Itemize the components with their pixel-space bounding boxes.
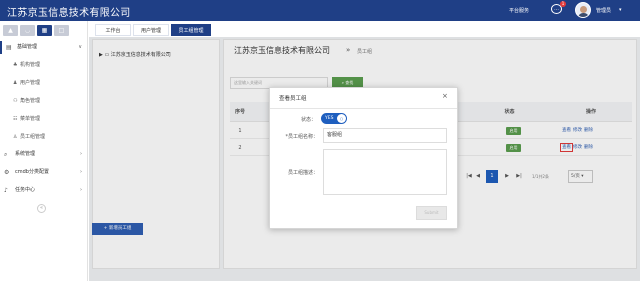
sidebar-item-employee-groups[interactable]: ♙ 员工组管理 <box>0 129 88 146</box>
chevron-down-icon: ∨ <box>78 44 82 50</box>
tab-workbench[interactable]: 工作台 <box>95 24 131 36</box>
chevron-down-icon[interactable]: ▾ <box>619 7 622 13</box>
tab-employee-groups[interactable]: 员工组管理 <box>171 24 211 36</box>
sidebar-item-label: 员工组管理 <box>20 134 46 140</box>
collapse-sidebar-icon[interactable]: « <box>37 204 46 213</box>
toggle-knob: ○ <box>337 114 346 123</box>
dialog-divider <box>270 108 457 109</box>
sidebar-group-label: cmdb分类配置 <box>15 169 49 175</box>
sidebar-item-org[interactable]: ♣ 机构管理 <box>0 57 88 74</box>
sidebar-group-cmdb[interactable]: ⚙ cmdb分类配置 › <box>0 166 88 179</box>
sidebar-group-label: 基础管理 <box>17 44 38 50</box>
view-employee-group-dialog: 查看员工组 × 状态： YES ○ *员工组名称： 客服组 员工组描述： Sub… <box>269 87 458 229</box>
bell-icon: ♪ <box>4 187 8 194</box>
sidebar-item-menus[interactable]: ☷ 菜单管理 <box>0 111 88 128</box>
user-name[interactable]: 管理员 <box>596 7 611 14</box>
sidebar-group-label: 任务中心 <box>15 187 36 193</box>
sidebar-item-label: 角色管理 <box>20 98 41 104</box>
platform-service-link[interactable]: 平台服务 <box>509 7 529 14</box>
sidebar-group-system[interactable]: ⌕ 系统管理 › <box>0 148 88 161</box>
role-icon: ⚇ <box>13 98 18 104</box>
gear-icon: ⚙ <box>4 169 10 176</box>
top-bar: 江苏京玉信息技术有限公司 平台服务 … 1 管理员 ▾ <box>0 0 640 21</box>
app-title: 江苏京玉信息技术有限公司 <box>7 8 131 19</box>
avatar[interactable] <box>575 2 591 18</box>
chevron-right-icon: › <box>80 187 82 193</box>
status-label: 状态： <box>300 117 316 123</box>
search-icon: ⌕ <box>4 151 8 158</box>
chevron-right-icon: › <box>80 169 82 175</box>
grid-view-icon[interactable]: ▦ <box>37 25 52 36</box>
group-description-field[interactable] <box>323 149 447 195</box>
group-description-label: 员工组描述： <box>287 170 318 176</box>
user-group-icon: ♙ <box>13 134 18 140</box>
toggle-text: YES <box>325 116 334 121</box>
sidebar-group-basic-management[interactable]: ▤ 基础管理 ∨ <box>0 41 88 54</box>
sitemap-icon: ♣ <box>13 62 18 68</box>
users-icon: ♟ <box>13 80 18 86</box>
sidebar-group-task-center[interactable]: ♪ 任务中心 › <box>0 184 88 197</box>
submit-button[interactable]: Submit <box>416 206 447 220</box>
sidebar: ▲ ◡ ▦ □ ▤ 基础管理 ∨ ♣ 机构管理 ♟ 用户管理 ⚇ 角色管理 ☷ … <box>0 21 88 281</box>
dialog-title: 查看员工组 <box>279 96 307 102</box>
group-name-field[interactable]: 客服组 <box>323 128 447 143</box>
sidebar-item-label: 菜单管理 <box>20 116 41 122</box>
list-view-icon[interactable]: □ <box>54 25 69 36</box>
sidebar-item-users[interactable]: ♟ 用户管理 <box>0 75 88 92</box>
sidebar-item-roles[interactable]: ⚇ 角色管理 <box>0 93 88 110</box>
user-icon[interactable]: ▲ <box>3 25 18 36</box>
status-toggle[interactable]: YES ○ <box>321 113 347 124</box>
grid-icon: ▤ <box>6 44 12 51</box>
sidebar-item-label: 用户管理 <box>20 80 41 86</box>
menu-icon: ☷ <box>13 116 18 122</box>
sidebar-item-label: 机构管理 <box>20 62 41 68</box>
close-icon[interactable]: × <box>442 92 448 100</box>
group-name-label: *员工组名称： <box>285 134 318 140</box>
tab-users[interactable]: 用户管理 <box>133 24 169 36</box>
chevron-right-icon: › <box>80 151 82 157</box>
chart-icon[interactable]: ◡ <box>20 25 35 36</box>
sidebar-group-label: 系统管理 <box>15 151 36 157</box>
message-count-badge: 1 <box>560 1 566 7</box>
